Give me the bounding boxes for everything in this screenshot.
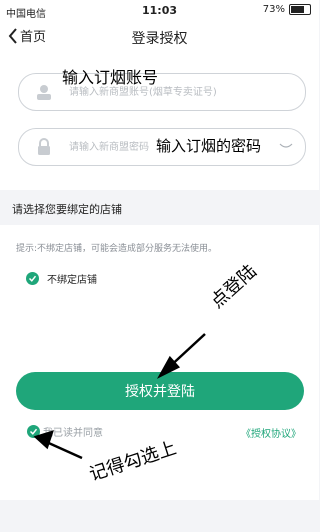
battery-icon xyxy=(289,4,311,15)
nav-bar: 首页 登录授权 xyxy=(0,22,319,52)
eye-closed-icon[interactable] xyxy=(279,140,293,152)
protocol-link[interactable]: 《授权协议》 xyxy=(241,425,301,440)
login-button[interactable]: 授权并登陆 xyxy=(16,372,304,410)
annotation-account: 输入订烟账号 xyxy=(62,68,159,87)
store-section-title: 请选择您要绑定的店铺 xyxy=(12,203,122,216)
status-icons: 73% xyxy=(263,4,311,15)
annotation-password: 输入订烟的密码 xyxy=(156,137,262,155)
agreement-label: 我已读并同意 xyxy=(43,428,103,439)
checkmark-icon xyxy=(26,272,39,285)
page-title: 登录授权 xyxy=(131,31,188,47)
status-bar: 中国电信 11:03 73% xyxy=(0,0,319,22)
checkmark-icon xyxy=(27,425,40,438)
user-icon xyxy=(37,85,51,100)
battery-percent: 73% xyxy=(262,4,285,15)
store-hint: 提示:不绑定店铺，可能会造成部分服务无法使用。 xyxy=(16,244,218,254)
no-bind-store-option[interactable]: 不绑定店铺 xyxy=(26,271,97,286)
lock-icon xyxy=(38,138,50,155)
agreement-checkbox[interactable]: 我已读并同意 xyxy=(27,424,103,439)
no-bind-label: 不绑定店铺 xyxy=(47,275,97,286)
